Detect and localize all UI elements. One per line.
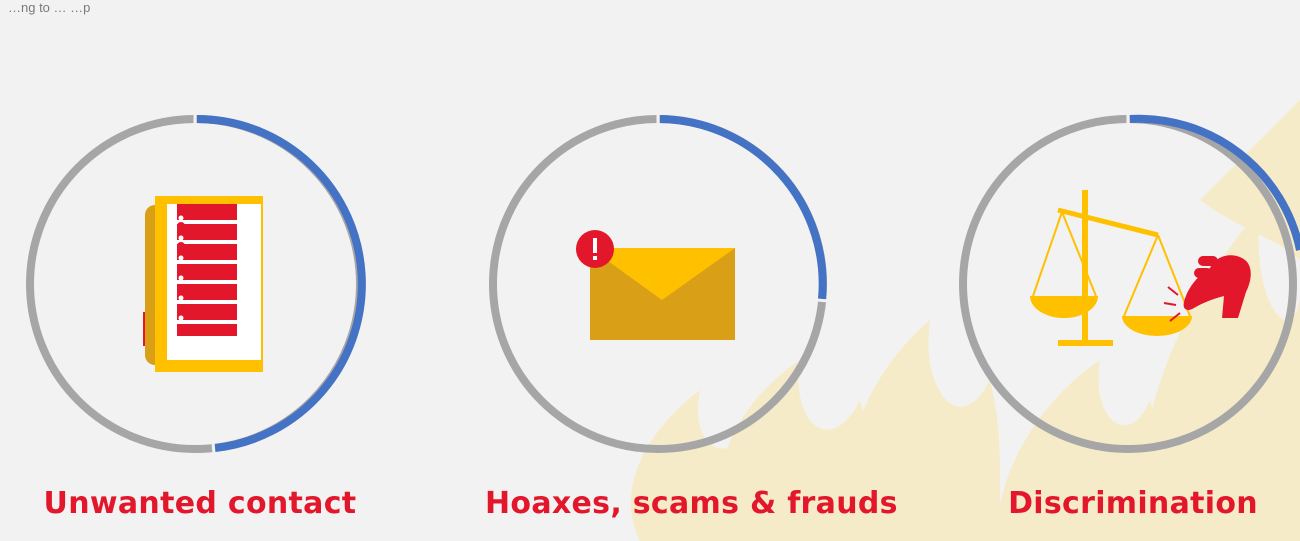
ring-gap bbox=[211, 441, 216, 455]
card-label: Hoaxes, scams & frauds bbox=[485, 486, 898, 521]
progress-ring bbox=[489, 114, 830, 453]
ring-progress-arc bbox=[1129, 114, 1300, 251]
progress-ring bbox=[26, 114, 366, 455]
envelope-alert-icon bbox=[576, 230, 735, 340]
infographic-page: { "header": { "top_text": "…ng to … …p" … bbox=[0, 0, 1300, 541]
card-hoaxes-scams-frauds: Hoaxes, scams & frauds bbox=[478, 0, 897, 541]
card-discrimination: Discrimination bbox=[948, 0, 1300, 541]
card-label: Unwanted contact bbox=[43, 486, 357, 521]
card-unwanted-contact: Unwanted contact bbox=[15, 0, 375, 541]
card-label: Discrimination bbox=[1008, 486, 1258, 521]
scales-pointing-hand-icon bbox=[1030, 190, 1251, 346]
ring-gap bbox=[816, 298, 830, 303]
notepad-list-icon bbox=[143, 196, 263, 372]
progress-ring bbox=[959, 114, 1300, 453]
